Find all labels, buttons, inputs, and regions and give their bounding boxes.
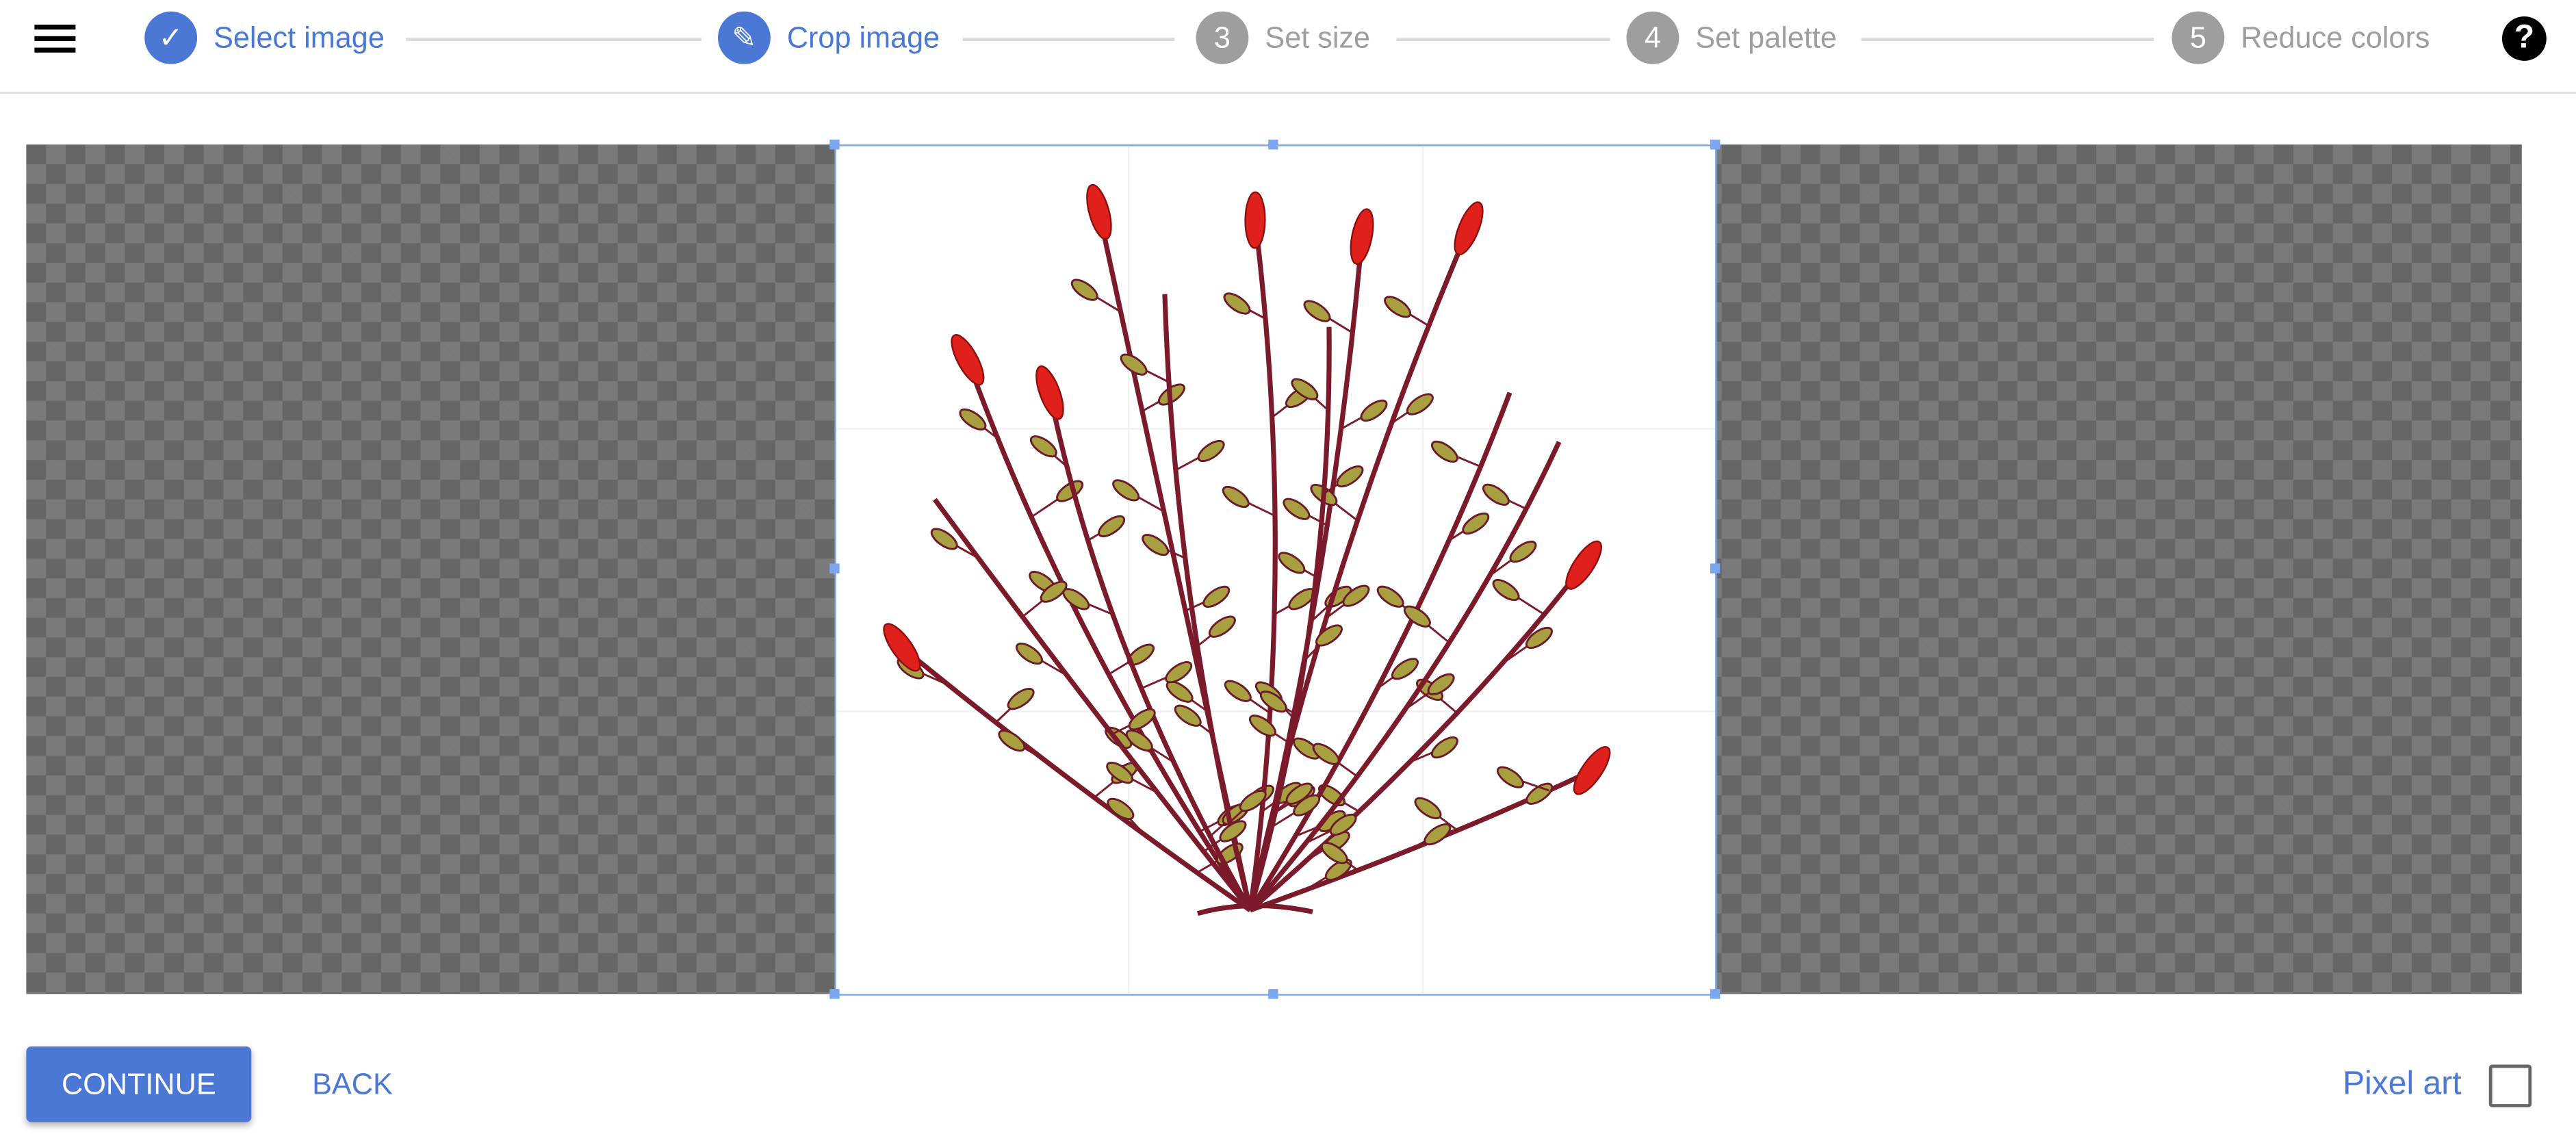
pixel-art-label: Pixel art: [2343, 1066, 2462, 1103]
leaf: [1496, 766, 1524, 788]
red-bud: [1454, 201, 1484, 256]
red-bud: [1565, 540, 1602, 590]
step-connector: [1396, 38, 1610, 42]
leaf: [1406, 393, 1434, 415]
leaf: [1360, 399, 1388, 422]
step-label: Select image: [214, 21, 385, 54]
leaf: [1509, 540, 1537, 563]
leaf: [1070, 279, 1098, 301]
leaf: [1315, 624, 1343, 647]
pencil-icon: ✎: [718, 11, 771, 64]
step-connector: [962, 38, 1175, 42]
pixel-art-checkbox[interactable]: [2488, 1064, 2532, 1107]
leaf: [1224, 680, 1252, 702]
help-icon[interactable]: ?: [2501, 16, 2547, 61]
step-label: Set palette: [1695, 21, 1837, 54]
step-number: 4: [1626, 11, 1679, 64]
crop-box[interactable]: [834, 144, 1717, 996]
leaf: [1248, 715, 1276, 737]
red-bud: [1086, 183, 1112, 240]
red-bud: [1244, 191, 1266, 249]
leaf: [1202, 585, 1231, 608]
step-crop-image[interactable]: ✎ Crop image: [718, 11, 940, 64]
red-bud: [1350, 208, 1374, 265]
leaf: [1208, 615, 1236, 638]
leaf: [1098, 515, 1126, 538]
plant-image: [836, 146, 1716, 994]
step-label: Reduce colors: [2241, 21, 2430, 54]
leaf: [1165, 661, 1193, 684]
leaf: [1462, 512, 1490, 535]
leaf: [1336, 465, 1364, 488]
step-set-palette[interactable]: 4 Set palette: [1626, 11, 1837, 64]
leaf: [1430, 440, 1458, 463]
step-label: Set size: [1265, 21, 1371, 54]
leaf: [1384, 296, 1412, 318]
leaf: [1112, 479, 1140, 502]
crop-handle[interactable]: [1268, 989, 1278, 999]
leaf: [1197, 439, 1225, 463]
crop-handle[interactable]: [829, 140, 840, 150]
check-icon: ✓: [144, 11, 198, 64]
step-select-image[interactable]: ✓ Select image: [144, 11, 385, 64]
red-bud: [1035, 365, 1064, 420]
crop-handle[interactable]: [829, 563, 840, 574]
branch: [1248, 391, 1512, 912]
crop-handle[interactable]: [1710, 563, 1721, 574]
leaf: [1414, 797, 1442, 820]
red-bud: [951, 334, 985, 386]
leaf: [1492, 578, 1520, 602]
step-number: 3: [1196, 11, 1249, 64]
leaf: [1278, 552, 1306, 574]
red-bud: [1573, 746, 1611, 795]
step-number: 5: [2172, 11, 2225, 64]
leaf: [1142, 534, 1170, 556]
crop-handle[interactable]: [1710, 989, 1721, 999]
leaf: [1303, 300, 1331, 322]
crop-handle[interactable]: [829, 989, 840, 999]
stepper-header: ✓ Select image ✎ Crop image 3 Set size 4 Set…: [0, 0, 2576, 94]
leaf: [1376, 585, 1404, 608]
leaf: [1222, 485, 1250, 509]
leaf: [1482, 483, 1510, 506]
leaf: [1029, 435, 1057, 458]
leaf: [1283, 498, 1311, 520]
leaf: [1007, 687, 1035, 710]
step-set-size[interactable]: 3 Set size: [1196, 11, 1371, 64]
back-button[interactable]: BACK: [312, 1068, 393, 1102]
leaf: [1525, 626, 1553, 649]
crop-handle[interactable]: [1268, 140, 1278, 150]
step-label: Crop image: [786, 21, 940, 54]
step-connector: [405, 38, 702, 42]
leaf: [1223, 292, 1251, 315]
step-connector: [1861, 38, 2154, 42]
hamburger-menu-icon[interactable]: [34, 25, 76, 54]
crop-handle[interactable]: [1710, 140, 1721, 150]
step-reduce-colors[interactable]: 5 Reduce colors: [2172, 11, 2430, 64]
continue-button[interactable]: CONTINUE: [26, 1046, 252, 1122]
